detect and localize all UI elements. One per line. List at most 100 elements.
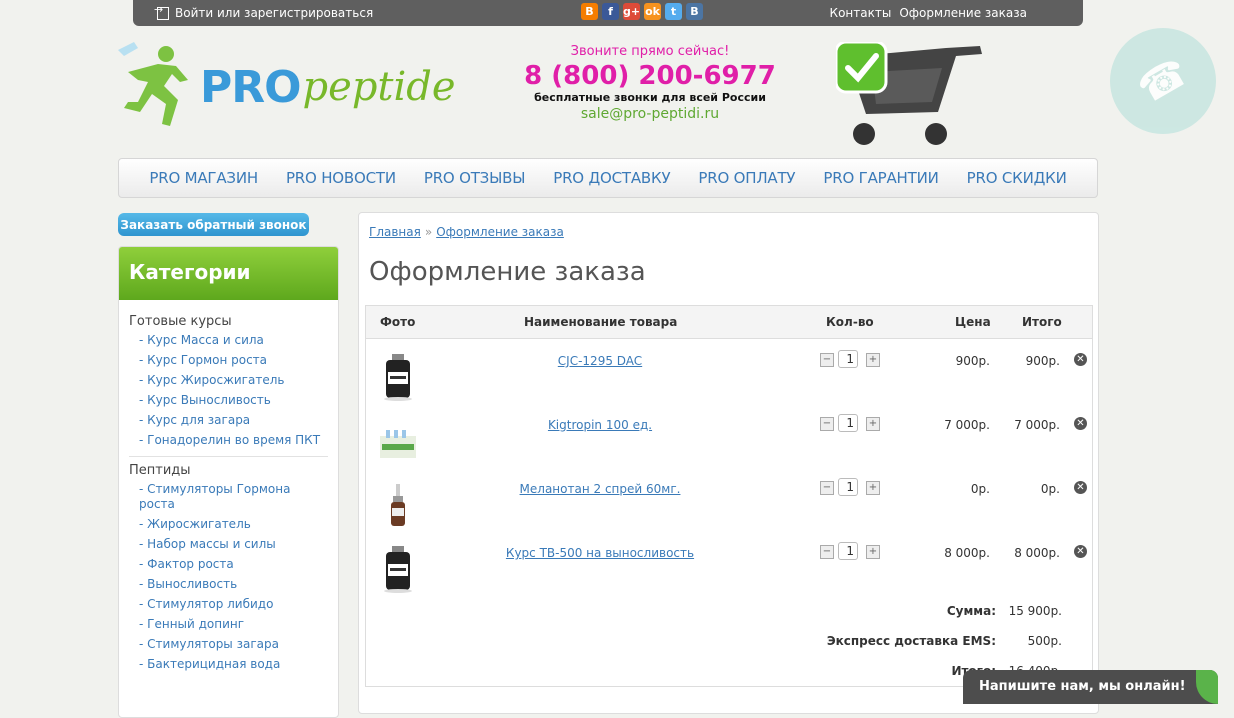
nav-shop[interactable]: PRO МАГАЗИН <box>135 159 272 197</box>
login-label: Войти или зарегистрироваться <box>175 6 374 20</box>
category-link[interactable]: - Курс для загара <box>139 413 328 428</box>
remove-item-icon[interactable]: ✕ <box>1074 353 1087 366</box>
qty-input[interactable]: 1 <box>838 414 858 432</box>
qty-increase-button[interactable]: + <box>866 481 880 495</box>
summary-label: Сумма: <box>946 604 996 618</box>
summary-value: 15 900р. <box>1008 604 1062 618</box>
login-link[interactable]: Войти или зарегистрироваться <box>154 3 374 21</box>
facebook-icon[interactable]: f <box>602 3 619 20</box>
product-price: 7 000р. <box>944 418 990 432</box>
vk-icon[interactable]: B <box>686 3 703 20</box>
summary-label: Экспресс доставка EMS: <box>826 634 996 648</box>
product-thumbnail[interactable] <box>378 352 418 402</box>
qty-decrease-button[interactable]: − <box>820 545 834 559</box>
top-links: Контакты Оформление заказа <box>830 6 1027 20</box>
product-name-link[interactable]: Kigtropin 100 ед. <box>492 418 708 432</box>
cart-button[interactable] <box>834 40 986 148</box>
google-plus-icon[interactable]: g+ <box>623 3 640 20</box>
categories-title: Категории <box>119 247 338 300</box>
odnoklassniki-icon[interactable]: ok <box>644 3 661 20</box>
email-link[interactable]: sale@pro-peptidi.ru <box>520 106 780 122</box>
table-header: Фото Наименование товара Кол-во Цена Ито… <box>366 306 1092 339</box>
product-name-link[interactable]: Меланотан 2 спрей 60мг. <box>492 482 708 496</box>
logo-pro-text: PRO <box>200 61 302 113</box>
category-link[interactable]: - Курс Выносливость <box>139 393 328 408</box>
nav-guarantees[interactable]: PRO ГАРАНТИИ <box>809 159 952 197</box>
category-link[interactable]: - Набор массы и силы <box>139 537 328 552</box>
checkout-link[interactable]: Оформление заказа <box>899 6 1027 20</box>
chat-online-indicator <box>1196 670 1218 704</box>
nav-news[interactable]: PRO НОВОСТИ <box>272 159 410 197</box>
category-link[interactable]: - Стимуляторы Гормона роста <box>139 482 328 512</box>
product-thumbnail[interactable] <box>378 544 418 594</box>
breadcrumb: Главная» Оформление заказа <box>369 225 564 239</box>
category-link[interactable]: - Курс Масса и сила <box>139 333 328 348</box>
category-link[interactable]: - Гонадорелин во время ПКТ <box>139 433 328 448</box>
remove-item-icon[interactable]: ✕ <box>1074 545 1087 558</box>
logo-peptide-text: peptide <box>302 64 456 110</box>
table-row: Меланотан 2 спрей 60мг. −1 +0р. 0р. ✕ <box>366 474 1092 538</box>
product-total: 0р. <box>1040 482 1060 496</box>
top-bar: Войти или зарегистрироваться Bfg+oktB Ко… <box>133 0 1083 26</box>
call-now-text: Звоните прямо сейчас! <box>570 44 730 59</box>
qty-input[interactable]: 1 <box>838 478 858 496</box>
phone-icon: ☎ <box>1129 48 1197 114</box>
qty-decrease-button[interactable]: − <box>820 481 834 495</box>
col-photo: Фото <box>380 315 416 329</box>
category-link[interactable]: - Фактор роста <box>139 557 328 572</box>
category-link[interactable]: - Жиросжигатель <box>139 517 328 532</box>
blogger-icon[interactable]: B <box>581 3 598 20</box>
category-link[interactable]: - Выносливость <box>139 577 328 592</box>
qty-increase-button[interactable]: + <box>866 417 880 431</box>
qty-input[interactable]: 1 <box>838 350 858 368</box>
category-link[interactable]: - Бактерицидная вода <box>139 657 328 672</box>
category-link[interactable]: - Генный допинг <box>139 617 328 632</box>
product-total: 7 000р. <box>1014 418 1060 432</box>
qty-increase-button[interactable]: + <box>866 353 880 367</box>
nav-payment[interactable]: PRO ОПЛАТУ <box>684 159 809 197</box>
chat-widget[interactable]: Напишите нам, мы онлайн! <box>963 670 1218 704</box>
nav-reviews[interactable]: PRO ОТЗЫВЫ <box>410 159 539 197</box>
category-link[interactable]: - Стимуляторы загара <box>139 637 328 652</box>
product-name-link[interactable]: Курс TB-500 на выносливость <box>492 546 708 560</box>
callback-widget[interactable]: ☎ <box>1110 28 1216 134</box>
col-price: Цена <box>955 315 991 329</box>
nav-discounts[interactable]: PRO СКИДКИ <box>953 159 1081 197</box>
product-price: 900р. <box>955 354 990 368</box>
category-divider <box>129 456 328 457</box>
category-group-title: Готовые курсы <box>129 314 232 329</box>
phone-number[interactable]: 8 (800) 200-6977 <box>520 61 780 91</box>
qty-decrease-button[interactable]: − <box>820 417 834 431</box>
qty-input[interactable]: 1 <box>838 542 858 560</box>
table-row: Курс TB-500 на выносливость −1 +8 000р. 8 0… <box>366 538 1092 602</box>
site-logo[interactable]: PRO peptide <box>118 42 456 132</box>
remove-item-icon[interactable]: ✕ <box>1074 417 1087 430</box>
twitter-icon[interactable]: t <box>665 3 682 20</box>
product-total: 8 000р. <box>1014 546 1060 560</box>
qty-increase-button[interactable]: + <box>866 545 880 559</box>
contact-block: Звоните прямо сейчас! 8 (800) 200-6977 б… <box>520 44 780 122</box>
category-link[interactable]: - Курс Жиросжигатель <box>139 373 328 388</box>
table-row: CJC-1295 DAC −1 +900р. 900р. ✕ <box>366 346 1092 410</box>
category-group-title: Пептиды <box>129 463 191 478</box>
free-calls-text: бесплатные звонки для всей России <box>534 91 766 104</box>
category-link[interactable]: - Стимулятор либидо <box>139 597 328 612</box>
breadcrumb-home[interactable]: Главная <box>369 225 421 239</box>
summary-value: 500р. <box>1027 634 1062 648</box>
page-title: Оформление заказа <box>369 257 646 287</box>
remove-item-icon[interactable]: ✕ <box>1074 481 1087 494</box>
col-name: Наименование товара <box>524 315 678 329</box>
product-thumbnail[interactable] <box>378 480 418 530</box>
breadcrumb-checkout[interactable]: Оформление заказа <box>436 225 564 239</box>
category-link[interactable]: - Курс Гормон роста <box>139 353 328 368</box>
categories-list: Готовые курсы - Курс Масса и сила - Курс Г… <box>119 300 338 672</box>
table-row: Kigtropin 100 ед. −1 +7 000р. 7 000р. ✕ <box>366 410 1092 474</box>
qty-decrease-button[interactable]: − <box>820 353 834 367</box>
callback-button[interactable]: Заказать обратный звонок <box>118 213 309 236</box>
contacts-link[interactable]: Контакты <box>830 6 892 20</box>
runner-icon <box>118 42 188 126</box>
product-thumbnail[interactable] <box>378 416 418 466</box>
product-name-link[interactable]: CJC-1295 DAC <box>492 354 708 368</box>
nav-delivery[interactable]: PRO ДОСТАВКУ <box>539 159 684 197</box>
cart-table: Фото Наименование товара Кол-во Цена Ито… <box>365 305 1093 687</box>
